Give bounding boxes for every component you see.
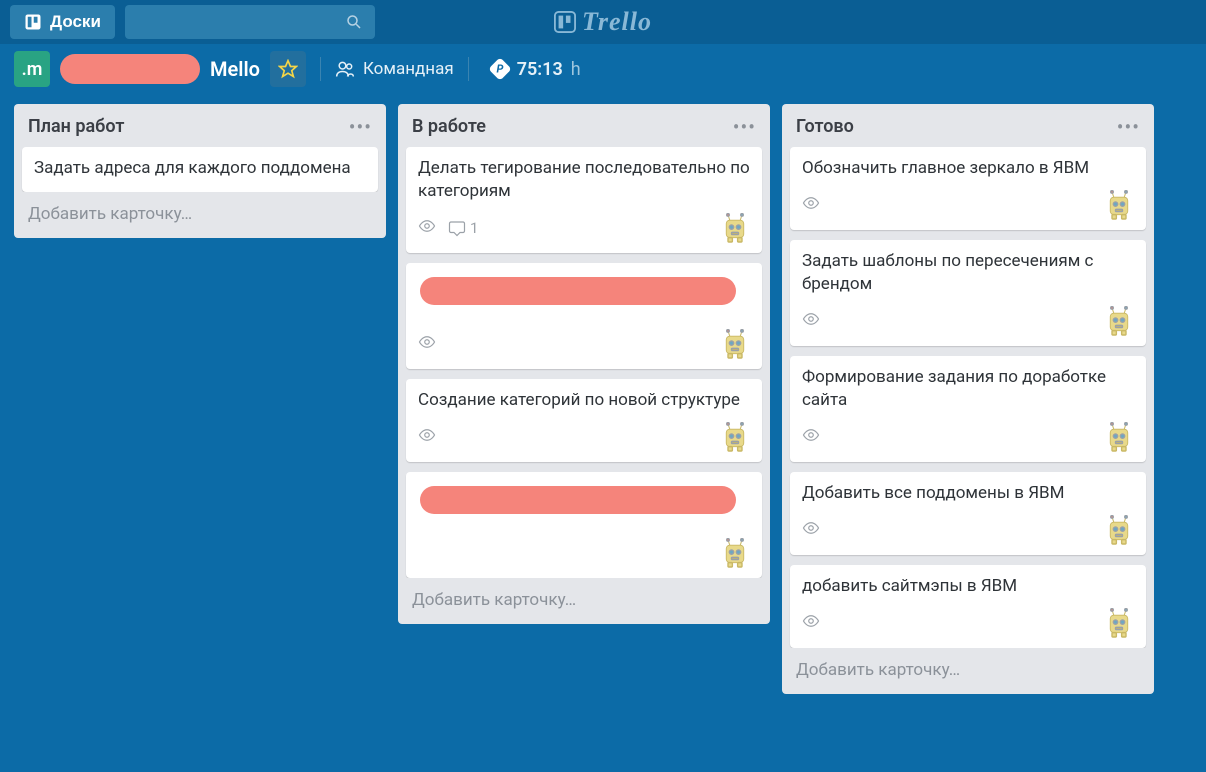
boards-icon <box>24 13 42 31</box>
watch-icon <box>418 333 436 355</box>
card[interactable]: Создание категорий по новой структуре <box>406 379 762 462</box>
watch-icon <box>418 217 436 239</box>
card[interactable]: Обозначить главное зеркало в ЯВМ <box>790 147 1146 230</box>
list: В работе ••• Делать тегирование последоват… <box>398 104 770 624</box>
member-avatar[interactable] <box>720 422 750 452</box>
watch-icon <box>802 612 820 634</box>
watch-icon <box>802 310 820 332</box>
add-card-button[interactable]: Добавить карточку… <box>14 192 386 238</box>
boards-label: Доски <box>50 12 101 32</box>
card-badges <box>802 306 1134 336</box>
list-header: В работе ••• <box>398 104 770 147</box>
visibility-label: Командная <box>363 59 454 79</box>
member-avatar[interactable] <box>1104 608 1134 638</box>
redaction-overlay <box>420 486 736 514</box>
card-title: Создание категорий по новой структуре <box>418 389 750 412</box>
member-avatar[interactable] <box>720 329 750 359</box>
card-title: Формирование задания по доработке сайта <box>802 366 1134 412</box>
watch-icon <box>802 194 820 216</box>
add-card-button[interactable]: Добавить карточку… <box>398 578 770 624</box>
card[interactable]: Добавить все поддомены в ЯВМ <box>790 472 1146 555</box>
cards-container: Задать адреса для каждого поддомена <box>14 147 386 192</box>
time-value: 75:13 <box>517 59 563 80</box>
org-badge[interactable]: .m <box>14 51 50 87</box>
card[interactable]: добавить сайтмэпы в ЯВМ <box>790 565 1146 648</box>
card-title: добавить сайтмэпы в ЯВМ <box>802 575 1134 598</box>
team-icon <box>335 59 355 79</box>
card-title: Задать адреса для каждого поддомена <box>34 157 366 180</box>
trello-icon <box>554 11 576 33</box>
card[interactable]: Задать адреса для каждого поддомена <box>22 147 378 192</box>
watch-icon <box>802 426 820 448</box>
list-title[interactable]: В работе <box>412 116 486 137</box>
search-icon <box>345 13 363 31</box>
list-menu-button[interactable]: ••• <box>349 123 372 131</box>
card-title: Делать тегирование последовательно по ка… <box>418 157 750 203</box>
member-avatar[interactable] <box>1104 422 1134 452</box>
card-title: Задать шаблоны по пересечениям с брендом <box>802 250 1134 296</box>
brand-logo[interactable]: Trello <box>554 7 652 37</box>
cards-container: Делать тегирование последовательно по ка… <box>398 147 770 578</box>
comment-badge: 1 <box>448 219 478 237</box>
add-card-button[interactable]: Добавить карточку… <box>782 648 1154 694</box>
list-title[interactable]: План работ <box>28 116 124 137</box>
card-badges <box>802 190 1134 220</box>
board-canvas: План работ ••• Задать адреса для каждого п… <box>0 94 1206 772</box>
board-title[interactable]: Mello <box>210 57 260 81</box>
divider <box>468 57 469 81</box>
member-avatar[interactable] <box>720 538 750 568</box>
list: Готово ••• Обозначить главное зеркало в ЯВ… <box>782 104 1154 694</box>
list-title[interactable]: Готово <box>796 116 854 137</box>
star-icon <box>278 59 298 79</box>
list: План работ ••• Задать адреса для каждого п… <box>14 104 386 238</box>
divider <box>320 57 321 81</box>
tracker-icon: P <box>489 58 511 80</box>
card-badges <box>802 422 1134 452</box>
brand-text: Trello <box>582 7 652 37</box>
redacted-chip <box>60 54 200 84</box>
star-button[interactable] <box>270 51 306 87</box>
card-badges <box>418 329 750 359</box>
member-avatar[interactable] <box>1104 190 1134 220</box>
card[interactable] <box>406 263 762 369</box>
card[interactable] <box>406 472 762 578</box>
card-badges <box>802 608 1134 638</box>
cards-container: Обозначить главное зеркало в ЯВМ Задать ш… <box>782 147 1154 648</box>
top-header: Доски Trello <box>0 0 1206 44</box>
search-input[interactable] <box>125 5 375 39</box>
member-avatar[interactable] <box>1104 515 1134 545</box>
list-menu-button[interactable]: ••• <box>733 123 756 131</box>
list-header: План работ ••• <box>14 104 386 147</box>
member-avatar[interactable] <box>720 213 750 243</box>
member-avatar[interactable] <box>1104 306 1134 336</box>
watch-icon <box>418 426 436 448</box>
list-menu-button[interactable]: ••• <box>1117 123 1140 131</box>
svg-text:P: P <box>496 63 503 76</box>
card-title: Добавить все поддомены в ЯВМ <box>802 482 1134 505</box>
boards-menu-button[interactable]: Доски <box>10 5 115 39</box>
card-badges <box>802 515 1134 545</box>
time-unit: h <box>571 59 581 80</box>
card-badges <box>418 422 750 452</box>
card-title: Обозначить главное зеркало в ЯВМ <box>802 157 1134 180</box>
redaction-overlay <box>420 277 736 305</box>
card-badges: 1 <box>418 213 750 243</box>
card-badges <box>418 538 750 568</box>
board-header: .m Mello Командная P 75:13 h <box>0 44 1206 94</box>
watch-icon <box>802 519 820 541</box>
time-tracker[interactable]: P 75:13 h <box>489 58 581 80</box>
visibility-button[interactable]: Командная <box>335 59 454 79</box>
list-header: Готово ••• <box>782 104 1154 147</box>
card[interactable]: Формирование задания по доработке сайта <box>790 356 1146 462</box>
card[interactable]: Делать тегирование последовательно по ка… <box>406 147 762 253</box>
card[interactable]: Задать шаблоны по пересечениям с брендом <box>790 240 1146 346</box>
